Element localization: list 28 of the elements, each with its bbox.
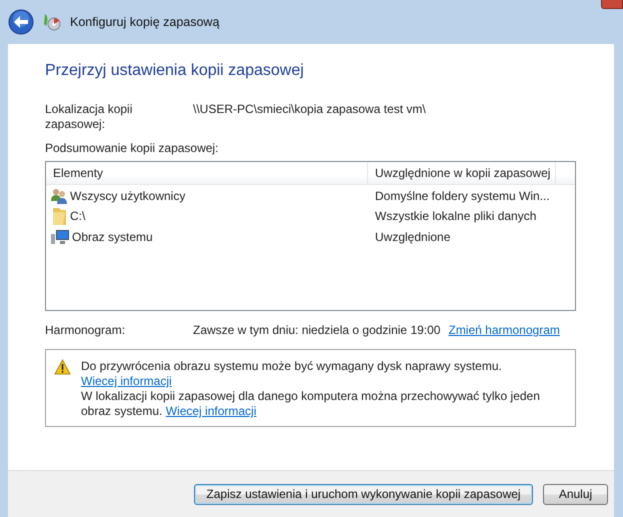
schedule-label: Harmonogram:	[45, 323, 126, 337]
warning-icon	[54, 359, 71, 375]
schedule-value: Zawsze w tym dniu: niedziela o godzinie 19:00	[193, 323, 440, 337]
column-header[interactable]: Elementy	[46, 162, 368, 184]
more-info-link[interactable]: Wiecej informacji	[81, 374, 172, 388]
item-name: C:\	[70, 209, 86, 224]
window-title: Konfiguruj kopię zapasową	[70, 15, 220, 29]
table-cell: Domyślne foldery systemu Win...	[375, 188, 550, 203]
item-name: Obraz systemu	[72, 230, 153, 244]
warning-message: Do przywrócenia obrazu systemu może być wymagany dysk naprawy systemu. Wiecej informacji	[81, 359, 503, 389]
location-label: Lokalizacja kopii zapasowej:	[45, 102, 134, 132]
table-cell: Uwzględnione	[375, 230, 450, 244]
item-name: Wszyscy użytkownicy	[70, 188, 186, 203]
cancel-button[interactable]: Anuluj	[543, 484, 608, 504]
page-heading: Przejrzyj ustawienia kopii zapasowej	[45, 62, 305, 80]
back-button[interactable]	[8, 9, 34, 35]
column-header[interactable]: Uwzględnione w kopii zapasowej	[368, 162, 556, 184]
users-icon	[51, 188, 67, 204]
summary-label: Podsumowanie kopii zapasowej:	[45, 141, 220, 155]
warning-message: W lokalizacji kopii zapasowej dla danego komputera można przechowywać tylko jeden obraz systemu. Wiecej informacji	[81, 389, 541, 419]
location-path: \\USER-PC\smieci\kopia zapasowa test vm\	[193, 102, 426, 118]
backup-icon	[42, 12, 62, 32]
table-cell: Wszystkie lokalne pliki danych	[375, 209, 536, 224]
more-info-link[interactable]: Wiecej informacji	[166, 404, 256, 418]
save-and-run-button[interactable]: Zapisz ustawienia i uruchom wykonywanie kopii zapasowej	[194, 484, 533, 504]
change-schedule-link[interactable]: Zmień harmonogram	[448, 323, 560, 337]
folder-icon	[51, 207, 67, 226]
computer-icon	[51, 228, 69, 245]
